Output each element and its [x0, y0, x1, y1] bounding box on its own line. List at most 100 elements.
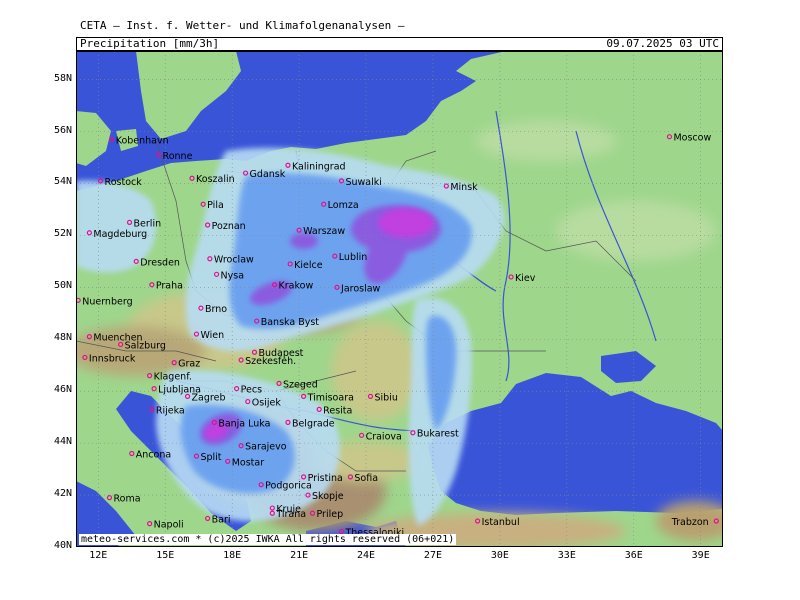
city-marker: Rijeka: [149, 405, 185, 416]
city-label: Sarajevo: [245, 442, 287, 453]
city-label: Ancona: [136, 450, 171, 461]
city-marker: Napoli: [147, 520, 184, 531]
city-marker: Craiova: [358, 431, 402, 442]
city-marker: Ancona: [129, 450, 171, 461]
city-label: Magdeburg: [93, 229, 147, 240]
longitude-label: 30E: [490, 550, 509, 561]
city-label: Banja Luka: [218, 418, 270, 429]
latitude-label: 42N: [53, 488, 72, 500]
city-marker: Klagenf.: [147, 372, 192, 383]
latitude-label: 56N: [53, 124, 72, 136]
city-label: Klagenf.: [154, 372, 192, 383]
city-marker: Minsk: [443, 182, 478, 193]
city-label: Roma: [113, 494, 140, 505]
city-marker: Ronne: [155, 151, 193, 162]
latitude-label: 54N: [53, 176, 72, 188]
city-marker: Szekesfeh.: [238, 356, 296, 367]
city-marker: Szeged: [276, 379, 318, 390]
longitude-label: 39E: [691, 550, 710, 561]
latitude-label: 46N: [53, 384, 72, 396]
city-label: Podgorica: [265, 481, 312, 492]
city-label: Kiev: [515, 273, 536, 284]
city-label: Bari: [212, 514, 231, 525]
city-label: Sofia: [354, 473, 378, 484]
city-marker: Kielce: [287, 260, 323, 271]
city-label: Szekesfeh.: [245, 356, 296, 367]
city-label: Gdansk: [250, 169, 286, 180]
city-label: Minsk: [450, 182, 478, 193]
city-label: Lomza: [328, 200, 359, 211]
city-marker: Krakow: [271, 281, 313, 292]
city-label: Innsbruck: [89, 353, 136, 364]
city-label: Wien: [200, 330, 224, 341]
city-marker: Wroclaw: [207, 255, 254, 266]
city-label: Nuernberg: [82, 296, 132, 307]
valid-time: 09.07.2025 03 UTC: [606, 37, 719, 50]
city-marker: Koszalin: [189, 174, 235, 185]
latitude-label: 50N: [53, 280, 72, 292]
city-marker: Zagreb: [184, 392, 225, 403]
product-label: Precipitation [mm/3h]: [80, 37, 220, 50]
city-marker: Lublin: [332, 252, 367, 263]
product-bar: Precipitation [mm/3h] 09.07.2025 03 UTC: [76, 37, 723, 51]
city-marker: Warszaw: [296, 226, 345, 237]
city-label: Lublin: [339, 252, 367, 263]
city-label: Istanbul: [482, 517, 520, 528]
city-marker: Banska Byst: [254, 317, 320, 328]
city-label: Napoli: [154, 520, 184, 531]
city-marker: Gdansk: [242, 169, 286, 180]
latitude-label: 58N: [53, 72, 72, 84]
city-label: Belgrade: [292, 418, 335, 429]
city-marker: Belgrade: [285, 418, 335, 429]
city-label: Warszaw: [303, 226, 345, 237]
city-marker: Jaroslaw: [334, 283, 381, 294]
city-marker: Suwalki: [338, 177, 382, 188]
city-marker: Kobenhavn: [109, 135, 169, 146]
city-label: Dresden: [140, 257, 180, 268]
city-marker: Tirana: [269, 509, 306, 520]
city-marker: Berlin: [126, 218, 162, 229]
longitude-label: 18E: [223, 550, 242, 561]
longitude-label: 27E: [423, 550, 442, 561]
latitude-label: 48N: [53, 332, 72, 344]
city-marker: Osijek: [245, 398, 282, 409]
city-marker: Timisoara: [300, 392, 354, 403]
city-label: Moscow: [673, 133, 711, 144]
city-marker: Skopje: [305, 491, 344, 502]
city-label: Jaroslaw: [340, 283, 381, 294]
latitude-label: 52N: [53, 228, 72, 240]
city-marker: Bukarest: [410, 429, 459, 440]
city-label: Banska Byst: [261, 317, 320, 328]
longitude-label: 24E: [357, 550, 376, 561]
city-label: Kobenhavn: [116, 135, 169, 146]
city-marker: Moscow: [666, 133, 711, 144]
city-marker: Podgorica: [258, 481, 312, 492]
city-marker: Poznan: [205, 221, 246, 232]
city-label: Pristina: [308, 473, 343, 484]
city-marker: Salzburg: [118, 340, 166, 351]
city-label: Graz: [178, 359, 200, 370]
city-label: Split: [200, 452, 221, 463]
city-label: Berlin: [134, 218, 162, 229]
longitude-label: 12E: [89, 550, 108, 561]
city-label: Osijek: [252, 398, 282, 409]
city-label: Rijeka: [156, 405, 185, 416]
city-label: Sibiu: [374, 392, 397, 403]
city-label: Poznan: [212, 221, 246, 232]
city-label: Skopje: [312, 491, 344, 502]
city-marker: Mostar: [225, 457, 264, 468]
copyright-credit: meteo-services.com * (c)2025 IWKA All ri…: [79, 534, 457, 545]
latitude-label: 44N: [53, 436, 72, 448]
product-header: CETA — Inst. f. Wetter- und Klimafolgena…: [80, 19, 405, 32]
city-marker: Nuernberg: [76, 296, 133, 307]
city-marker: Sarajevo: [238, 442, 287, 453]
city-label: Prilep: [316, 509, 343, 520]
city-label: Pila: [207, 200, 224, 211]
city-marker: Rostock: [97, 177, 142, 188]
city-marker: Resita: [316, 405, 352, 416]
city-label: Resita: [323, 405, 352, 416]
city-marker: Banja Luka: [211, 418, 270, 429]
longitude-label: 15E: [156, 550, 175, 561]
city-label: Koszalin: [196, 174, 235, 185]
city-label: Szeged: [283, 379, 318, 390]
